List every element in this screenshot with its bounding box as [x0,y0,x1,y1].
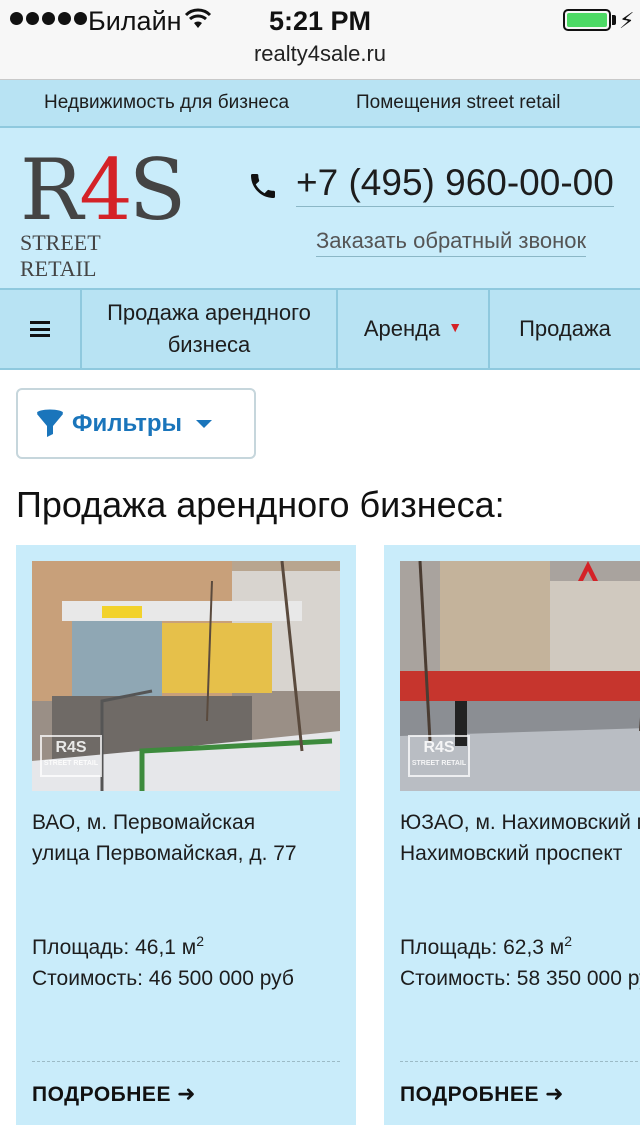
charging-icon: ⚡ [619,8,635,33]
more-details-link[interactable]: ПОДРОБНЕЕ ➜ [32,1081,196,1107]
listing-address[interactable]: ВАО, м. Первомайская улица Первомайская,… [32,807,362,869]
nav-item-rent-label: Аренда [363,316,441,341]
status-bar: Билайн 5:21 PM ⚡ [0,0,640,40]
listing-area: Площадь: 46,1 м2 [32,933,205,959]
chevron-down-icon: ▼ [448,319,463,335]
address-bar[interactable]: realty4sale.ru [0,40,640,80]
listing-area: Площадь: 62,3 м2 [400,933,573,959]
photo-watermark: R4S STREET RETAIL [40,735,102,777]
listing-price: Стоимость: 46 500 000 руб [32,967,294,990]
more-details-link[interactable]: ПОДРОБНЕЕ ➜ [400,1081,564,1107]
phone-icon [251,174,275,198]
listing-card[interactable]: R4S STREET RETAIL ВАО, м. Первомайская ул… [16,545,356,1125]
caret-down-icon [196,419,213,428]
nav-item-sale-of-rental-business[interactable]: Продажа арендного бизнеса [82,290,338,368]
listing-card[interactable]: R4SSTREET RETAIL ЮЗАО, м. Нахимовский пр… [384,545,640,1125]
filters-label: Фильтры [72,409,183,437]
filters-button[interactable]: Фильтры [16,388,256,459]
listing-address-line-2: Нахимовский проспект [400,842,623,865]
logo-mark: R4S [20,141,186,239]
listing-address-line-1: ВАО, м. Первомайская [32,811,256,834]
link-street-retail[interactable]: Помещения street retail [356,92,561,114]
nav-item-sale[interactable]: Продажа [490,290,640,368]
divider [400,1061,640,1062]
listing-address-line-2: улица Первомайская, д. 77 [32,842,297,865]
listing-carousel[interactable]: R4S STREET RETAIL ВАО, м. Первомайская ул… [16,545,640,1125]
listing-address[interactable]: ЮЗАО, м. Нахимовский проспект Нахимовски… [400,807,640,869]
site-header: R4S STREET RETAIL +7 (495) 960-00-00 Зак… [0,128,640,288]
listing-price: Стоимость: 58 350 000 руб [400,967,640,990]
arrow-right-icon: ➜ [176,1081,196,1106]
listing-photo[interactable]: R4S STREET RETAIL [32,561,340,791]
site-logo[interactable]: R4S STREET RETAIL [20,141,186,281]
request-callback-link[interactable]: Заказать обратный звонок [316,228,587,257]
menu-button[interactable] [0,290,82,368]
link-business-realty[interactable]: Недвижимость для бизнеса [44,92,289,114]
filter-funnel-icon [37,409,63,437]
listing-address-line-1: ЮЗАО, м. Нахимовский проспект [400,811,640,834]
hamburger-icon [30,321,50,337]
phone-number-link[interactable]: +7 (495) 960-00-00 [296,162,614,207]
top-links-bar: Недвижимость для бизнеса Помещения stree… [0,80,640,128]
arrow-right-icon: ➜ [544,1081,564,1106]
clock: 5:21 PM [268,6,372,36]
main-nav: Продажа арендного бизнеса Аренда ▼ Прода… [0,288,640,370]
photo-watermark: R4S STREET RETAIL [408,735,470,777]
page-title: Продажа арендного бизнеса: [16,484,505,525]
nav-item-rent[interactable]: Аренда ▼ [338,290,490,368]
battery-tip [612,15,616,25]
battery-icon [563,9,611,31]
divider [32,1061,340,1062]
listing-photo[interactable]: R4S STREET RETAIL [400,561,640,791]
